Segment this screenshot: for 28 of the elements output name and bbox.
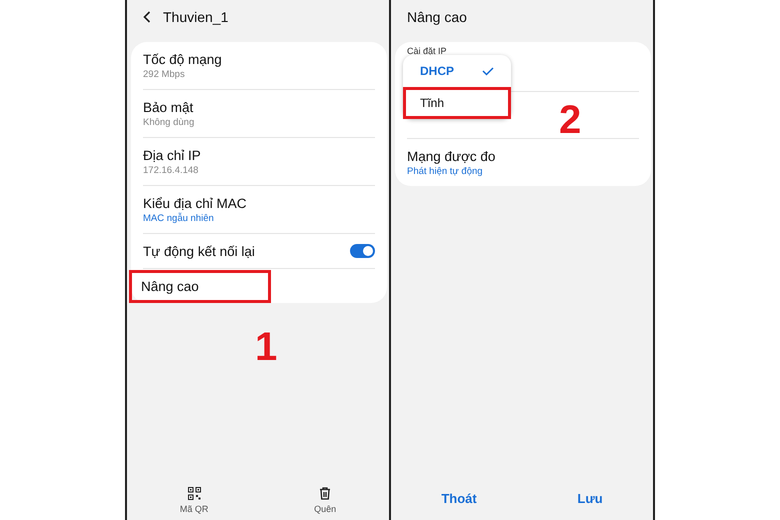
setting-value: 292 Mbps: [143, 68, 186, 80]
trash-icon[interactable]: [319, 487, 332, 500]
dropdown-option[interactable]: Tĩnh: [403, 87, 511, 119]
screen-title: Nâng cao: [407, 9, 467, 25]
action-label[interactable]: Mã QR: [180, 504, 208, 514]
screen-title: Thuvien_1: [163, 9, 228, 25]
setting-value: 172.16.4.148: [143, 164, 200, 176]
setting-value: MAC ngẫu nhiên: [143, 212, 215, 224]
setting-value: Phát hiện tự động: [407, 166, 484, 176]
setting-label[interactable]: Mạng được đo: [407, 148, 496, 164]
setting-label[interactable]: Tự động kết nối lại: [143, 244, 255, 258]
setting-label[interactable]: Địa chỉ IP: [143, 148, 201, 162]
setting-value: Không dùng: [143, 116, 194, 128]
section-label: Cài đặt IP: [407, 46, 448, 56]
setting-label[interactable]: Kiểu địa chỉ MAC: [143, 196, 247, 210]
qr-code-icon[interactable]: [188, 487, 201, 500]
setting-label[interactable]: Nâng cao: [129, 270, 271, 302]
text-button[interactable]: Thoát: [435, 489, 483, 508]
action-label[interactable]: Quên: [314, 504, 336, 514]
text-button[interactable]: Lưu: [571, 489, 609, 508]
dropdown-option[interactable]: DHCP: [403, 55, 511, 87]
setting-label[interactable]: Bảo mật: [143, 100, 194, 114]
back-icon[interactable]: [143, 11, 151, 23]
step-number: 1: [255, 327, 278, 367]
toggle-switch[interactable]: [350, 244, 375, 258]
step-number: 2: [559, 100, 582, 140]
checkmark-icon: [482, 66, 494, 76]
setting-label[interactable]: Tốc độ mạng: [143, 52, 222, 66]
